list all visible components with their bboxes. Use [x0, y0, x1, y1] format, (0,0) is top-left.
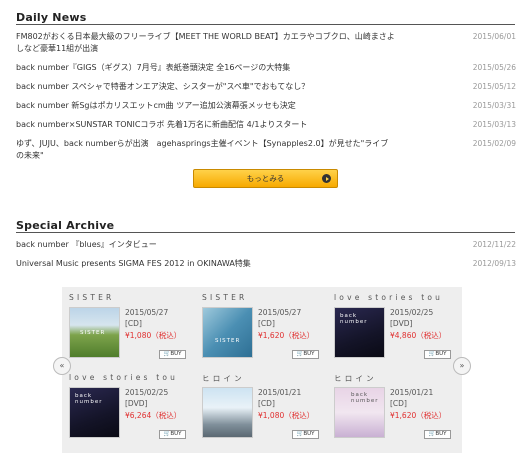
product-format: [CD]	[390, 399, 407, 408]
chevron-right-icon: »	[459, 361, 465, 370]
product-cover-image[interactable]: SISTER	[202, 307, 253, 358]
product-artist: love stories tou	[69, 373, 179, 382]
news-item-title[interactable]: back number『GIGS（ギグス）7月号』表紙巻頭決定 全16ページの大…	[16, 62, 396, 74]
product-price: ¥1,620（税込）	[258, 331, 315, 340]
chevron-left-icon: «	[59, 361, 65, 370]
buy-button[interactable]: 🛒BUY	[424, 350, 451, 359]
cover-text: back number	[351, 392, 379, 404]
special-archive-title: Special Archive	[16, 219, 115, 232]
product-card[interactable]: SISTER SISTER 2015/05/27 [CD] ¥1,080（税込）…	[69, 293, 194, 373]
buy-button-label: BUY	[170, 431, 182, 437]
product-date: 2015/05/27	[125, 308, 169, 317]
buy-button[interactable]: 🛒BUY	[292, 350, 319, 359]
product-artist: ヒロイン	[334, 374, 377, 383]
news-item-title[interactable]: back number 新Sgはポカリスエットcm曲 ツアー追加公演幕張メッセも…	[16, 100, 396, 112]
product-price: ¥4,860（税込）	[390, 331, 447, 340]
play-arrow-icon	[322, 174, 331, 183]
news-item-title[interactable]: FM802がおくる日本最大級のフリーライブ【MEET THE WORLD BEA…	[16, 31, 396, 55]
buy-button[interactable]: 🛒BUY	[159, 430, 186, 439]
product-card[interactable]: love stories tou back number 2015/02/25 …	[334, 293, 459, 373]
carousel-prev-button[interactable]: «	[53, 357, 71, 375]
news-item-title[interactable]: back number×SUNSTAR TONICコラボ 先着1万名に新曲配信 …	[16, 119, 396, 131]
product-card[interactable]: SISTER SISTER 2015/05/27 [CD] ¥1,620（税込）…	[202, 293, 327, 373]
buy-button-label: BUY	[170, 351, 182, 357]
cover-text: back number	[340, 313, 368, 325]
news-item-title[interactable]: back number スペシャで特番オンエア決定、シスターが"スペ車"でおもて…	[16, 81, 396, 93]
archive-item-date: 2012/09/13	[472, 259, 516, 268]
news-item-date: 2015/05/26	[472, 63, 516, 72]
product-price: ¥1,080（税込）	[258, 411, 315, 420]
special-archive-divider	[16, 232, 515, 233]
product-date: 2015/02/25	[125, 388, 169, 397]
product-cover-image[interactable]	[202, 387, 253, 438]
more-button[interactable]: もっとみる	[193, 169, 338, 188]
news-item-date: 2015/06/01	[472, 32, 516, 41]
product-card[interactable]: love stories tou back number 2015/02/25 …	[69, 373, 194, 453]
product-format: [DVD]	[125, 399, 148, 408]
product-date: 2015/01/21	[390, 388, 434, 397]
daily-news-divider	[16, 24, 515, 25]
news-item-date: 2015/02/09	[472, 139, 516, 148]
product-price: ¥6,264（税込）	[125, 411, 182, 420]
product-price: ¥1,620（税込）	[390, 411, 447, 420]
carousel-next-button[interactable]: »	[453, 357, 471, 375]
product-card[interactable]: ヒロイン back number 2015/01/21 [CD] ¥1,620（…	[334, 373, 459, 453]
product-cover-image[interactable]: back number	[69, 387, 120, 438]
product-format: [CD]	[125, 319, 142, 328]
cover-text: SISTER	[80, 330, 106, 336]
product-format: [CD]	[258, 319, 275, 328]
product-artist: ヒロイン	[202, 374, 245, 383]
archive-item-title[interactable]: Universal Music presents SIGMA FES 2012 …	[16, 258, 396, 270]
buy-button-label: BUY	[435, 351, 447, 357]
product-date: 2015/01/21	[258, 388, 302, 397]
product-card[interactable]: ヒロイン 2015/01/21 [CD] ¥1,080（税込） 🛒BUY	[202, 373, 327, 453]
buy-button-label: BUY	[435, 431, 447, 437]
archive-item-title[interactable]: back number 『blues』インタビュー	[16, 239, 396, 251]
product-artist: SISTER	[69, 293, 115, 302]
product-format: [DVD]	[390, 319, 413, 328]
buy-button[interactable]: 🛒BUY	[159, 350, 186, 359]
product-date: 2015/02/25	[390, 308, 434, 317]
news-item-date: 2015/05/12	[472, 82, 516, 91]
buy-button-label: BUY	[303, 351, 315, 357]
product-cover-image[interactable]: SISTER	[69, 307, 120, 358]
product-price: ¥1,080（税込）	[125, 331, 182, 340]
more-button-label: もっとみる	[246, 174, 285, 183]
buy-button[interactable]: 🛒BUY	[424, 430, 451, 439]
product-date: 2015/05/27	[258, 308, 302, 317]
product-carousel: SISTER SISTER 2015/05/27 [CD] ¥1,080（税込）…	[62, 287, 462, 453]
buy-button-label: BUY	[303, 431, 315, 437]
product-cover-image[interactable]: back number	[334, 307, 385, 358]
news-item-date: 2015/03/13	[472, 120, 516, 129]
buy-button[interactable]: 🛒BUY	[292, 430, 319, 439]
product-artist: SISTER	[202, 293, 248, 302]
cover-text: SISTER	[215, 338, 241, 344]
news-item-date: 2015/03/31	[472, 101, 516, 110]
archive-item-date: 2012/11/22	[472, 240, 516, 249]
news-item-title[interactable]: ゆず、JUJU、back numberらが出演 agehasprings主催イベ…	[16, 138, 396, 162]
daily-news-title: Daily News	[16, 11, 87, 24]
cover-text: back number	[75, 393, 103, 405]
product-artist: love stories tou	[334, 293, 444, 302]
product-cover-image[interactable]: back number	[334, 387, 385, 438]
product-format: [CD]	[258, 399, 275, 408]
